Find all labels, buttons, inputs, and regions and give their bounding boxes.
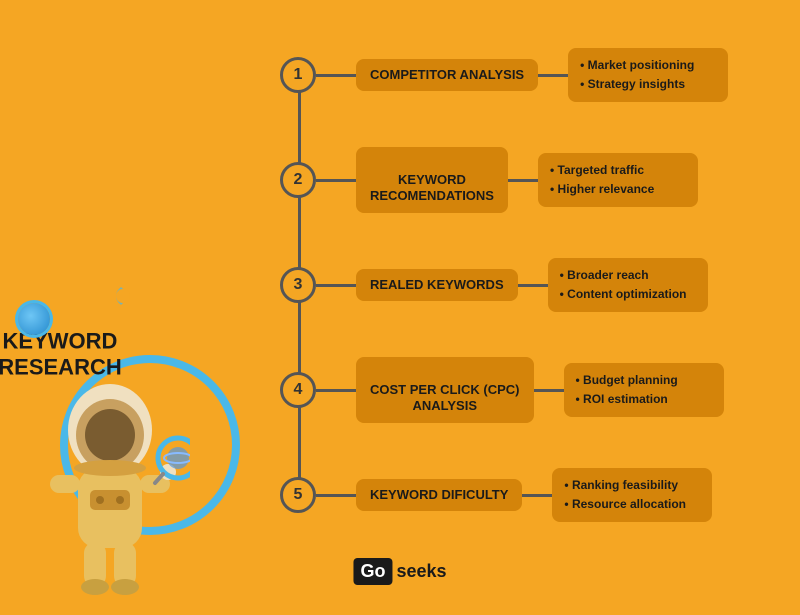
moon-decoration (110, 285, 132, 307)
connector-3 (316, 284, 356, 287)
detail-3-item-2: Content optimization (560, 285, 696, 304)
connector-4 (316, 389, 356, 392)
step-row-2: 2 KEYWORD RECOMENDATIONS Targeted traffi… (280, 135, 790, 225)
step-number-2: 2 (280, 162, 316, 198)
connector-detail-1 (538, 74, 568, 77)
step-label-5: KEYWORD DIFICULTY (356, 479, 522, 512)
step-label-2-text: KEYWORD RECOMENDATIONS (370, 172, 494, 204)
detail-4-item-2: ROI estimation (576, 390, 712, 409)
step-label-2: KEYWORD RECOMENDATIONS (356, 147, 508, 214)
detail-1-item-1: Market positioning (580, 56, 716, 75)
astronaut-illustration (30, 350, 190, 570)
connector-detail-3 (518, 284, 548, 287)
detail-3-item-1: Broader reach (560, 266, 696, 285)
detail-4-item-1: Budget planning (576, 371, 712, 390)
detail-2-item-1: Targeted traffic (550, 161, 686, 180)
step-row-4: 4 COST PER CLICK (CPC) ANALYSIS Budget p… (280, 345, 790, 435)
step-label-1: COMPETITOR ANALYSIS (356, 59, 538, 92)
connector-detail-2 (508, 179, 538, 182)
step-row-1: 1 COMPETITOR ANALYSIS Market positioning… (280, 30, 790, 120)
detail-box-2: Targeted traffic Higher relevance (538, 153, 698, 207)
step-row-3: 3 REALED KEYWORDS Broader reach Content … (280, 240, 790, 330)
detail-5-item-2: Resource allocation (564, 495, 700, 514)
detail-5-item-1: Ranking feasibility (564, 476, 700, 495)
step-label-3: REALED KEYWORDS (356, 269, 518, 302)
detail-box-3: Broader reach Content optimization (548, 258, 708, 312)
logo-section: Go seeks (353, 558, 446, 585)
step-label-4-text: COST PER CLICK (CPC) ANALYSIS (370, 382, 520, 414)
detail-box-1: Market positioning Strategy insights (568, 48, 728, 102)
detail-box-5: Ranking feasibility Resource allocation (552, 468, 712, 522)
step-number-3: 3 (280, 267, 316, 303)
detail-box-4: Budget planning ROI estimation (564, 363, 724, 417)
step-number-4: 4 (280, 372, 316, 408)
step-label-4: COST PER CLICK (CPC) ANALYSIS (356, 357, 534, 424)
logo-go: Go (353, 558, 392, 585)
detail-1-item-2: Strategy insights (580, 75, 716, 94)
step-number-5: 5 (280, 477, 316, 513)
step-number-1: 1 (280, 57, 316, 93)
detail-2-item-2: Higher relevance (550, 180, 686, 199)
connector-detail-5 (522, 494, 552, 497)
connector-5 (316, 494, 356, 497)
connector-1 (316, 74, 356, 77)
diagram-section: 1 COMPETITOR ANALYSIS Market positioning… (280, 30, 790, 540)
connector-detail-4 (534, 389, 564, 392)
connector-2 (316, 179, 356, 182)
step-row-5: 5 KEYWORD DIFICULTY Ranking feasibility … (280, 450, 790, 540)
logo-seeks: seeks (396, 561, 446, 582)
main-container: KEYWORD RESEARCH (0, 0, 800, 600)
